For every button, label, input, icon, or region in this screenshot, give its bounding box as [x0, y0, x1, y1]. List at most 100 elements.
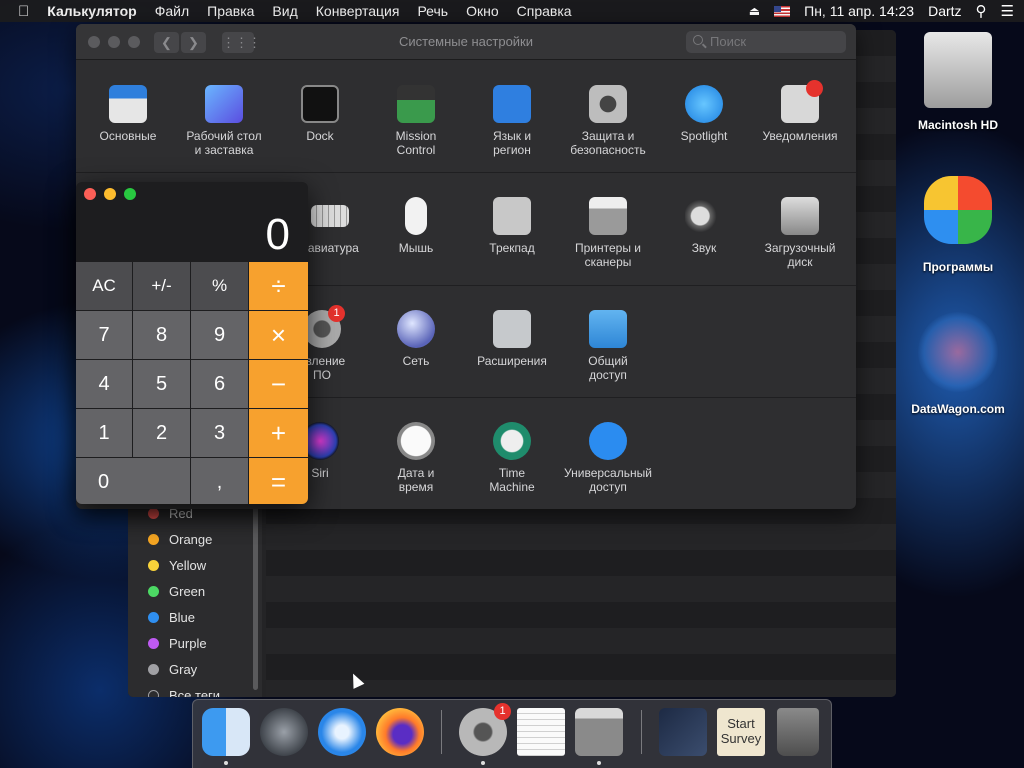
calc-zoom-button[interactable]: [124, 188, 136, 200]
start-survey-icon[interactable]: Start Survey: [717, 708, 765, 756]
stocks-icon[interactable]: [659, 708, 707, 756]
pane-printers[interactable]: Принтеры и сканеры: [560, 197, 656, 269]
menu-datetime[interactable]: Пн, 11 апр. 14:23: [804, 3, 914, 19]
pane-dock[interactable]: Dock: [272, 85, 368, 143]
sound-icon: [685, 197, 723, 235]
sysprefs-titlebar[interactable]: ❮ ❯ ⋮⋮⋮ Системные настройки Поиск: [76, 24, 856, 60]
pane-notifications[interactable]: Уведомления: [752, 80, 848, 143]
tag-label: Purple: [169, 635, 207, 651]
pane-label: Уведомления: [762, 129, 838, 143]
desktop-icon-label: Программы: [922, 260, 994, 274]
key-subtract[interactable]: −: [249, 360, 308, 408]
tag-green[interactable]: Green: [148, 578, 231, 604]
input-source-flag-icon[interactable]: [774, 5, 791, 17]
textedit-icon[interactable]: [517, 708, 565, 756]
key-0[interactable]: 0: [76, 458, 190, 504]
tag-yellow[interactable]: Yellow: [148, 552, 231, 578]
key-decimal[interactable]: ,: [191, 458, 248, 504]
key-equals[interactable]: =: [249, 458, 308, 504]
spotlight-search-icon[interactable]: ⚲: [976, 2, 987, 20]
desktop-icon-datawagon[interactable]: DataWagon.com: [903, 312, 1013, 416]
pane-date-time[interactable]: Дата и время: [368, 422, 464, 494]
key-9[interactable]: 9: [191, 311, 248, 359]
pane-spotlight[interactable]: Spotlight: [656, 85, 752, 143]
tag-gray[interactable]: Gray: [148, 656, 231, 682]
notification-center-icon[interactable]: ☰: [1001, 2, 1014, 20]
spotlight-icon: [685, 85, 723, 123]
menu-speech[interactable]: Речь: [408, 3, 457, 19]
pane-sound[interactable]: Звук: [656, 197, 752, 255]
key-4[interactable]: 4: [76, 360, 132, 408]
key-3[interactable]: 3: [191, 409, 248, 457]
pane-startup-disk[interactable]: Загрузочный диск: [752, 197, 848, 269]
pane-trackpad[interactable]: Трекпад: [464, 197, 560, 255]
pane-accessibility[interactable]: Универсальный доступ: [560, 422, 656, 494]
system-preferences-icon[interactable]: 1: [459, 703, 511, 756]
finder-icon[interactable]: [202, 708, 250, 756]
pane-label: Принтеры и сканеры: [575, 241, 641, 269]
search-placeholder: Поиск: [710, 34, 747, 49]
pane-extensions[interactable]: Расширения: [464, 310, 560, 368]
pane-general[interactable]: Основные: [80, 85, 176, 143]
key-divide[interactable]: ÷: [249, 262, 308, 310]
menu-user[interactable]: Dartz: [928, 3, 961, 19]
tag-blue[interactable]: Blue: [148, 604, 231, 630]
calc-minimize-button[interactable]: [104, 188, 116, 200]
menu-file[interactable]: Файл: [146, 3, 198, 19]
time-machine-icon: [493, 422, 531, 460]
software-update-icon: 1: [303, 305, 345, 348]
key-8[interactable]: 8: [133, 311, 190, 359]
menu-edit[interactable]: Правка: [198, 3, 263, 19]
programs-icon: [924, 176, 992, 244]
key-5[interactable]: 5: [133, 360, 190, 408]
key-multiply[interactable]: ×: [249, 311, 308, 359]
tag-orange[interactable]: Orange: [148, 526, 231, 552]
launchpad-icon[interactable]: [260, 708, 308, 756]
menu-view[interactable]: Вид: [263, 3, 306, 19]
desktop-icon-programs[interactable]: Программы: [903, 176, 1013, 274]
pane-time-machine[interactable]: Time Machine: [464, 422, 560, 494]
menu-convert[interactable]: Конвертация: [307, 3, 409, 19]
trash-icon[interactable]: [777, 708, 819, 756]
desktop-icon-label: DataWagon.com: [911, 402, 1005, 416]
key-add[interactable]: +: [249, 409, 308, 457]
tag-label: Gray: [169, 661, 198, 677]
pane-mission-control[interactable]: Mission Control: [368, 85, 464, 157]
pane-mouse[interactable]: Мышь: [368, 197, 464, 255]
pane-sharing[interactable]: Общий доступ: [560, 310, 656, 382]
calc-close-button[interactable]: [84, 188, 96, 200]
sidebar-scrollbar[interactable]: [253, 500, 258, 690]
firefox-icon[interactable]: [376, 708, 424, 756]
safari-icon[interactable]: [318, 708, 366, 756]
menu-app-name[interactable]: Калькулятор: [38, 3, 145, 19]
key-7[interactable]: 7: [76, 311, 132, 359]
key-sign[interactable]: +/-: [133, 262, 190, 310]
extensions-icon: [493, 310, 531, 348]
datawagon-icon: [918, 312, 998, 392]
pane-language-region[interactable]: Язык и регион: [464, 85, 560, 157]
key-1[interactable]: 1: [76, 409, 132, 457]
printers-icon: [589, 197, 627, 235]
update-badge-icon: 1: [328, 305, 345, 322]
key-percent[interactable]: %: [191, 262, 248, 310]
pane-label: Mission Control: [395, 129, 437, 157]
eject-icon[interactable]: ⏏: [749, 4, 760, 18]
running-indicator: [597, 761, 601, 765]
desktop-icon-macintosh-hd[interactable]: Macintosh HD: [903, 32, 1013, 132]
key-ac[interactable]: AC: [76, 262, 132, 310]
key-2[interactable]: 2: [133, 409, 190, 457]
calculator-icon[interactable]: [575, 708, 623, 756]
tag-label: Green: [169, 583, 206, 599]
pane-network[interactable]: Сеть: [368, 310, 464, 368]
search-input[interactable]: Поиск: [686, 31, 846, 53]
pane-desktop[interactable]: Рабочий стол и заставка: [176, 85, 272, 157]
pane-label: Трекпад: [489, 241, 535, 255]
menu-help[interactable]: Справка: [508, 3, 581, 19]
tag-purple[interactable]: Purple: [148, 630, 231, 656]
pane-label: Универсальный доступ: [564, 466, 652, 494]
menu-window[interactable]: Окно: [457, 3, 508, 19]
key-6[interactable]: 6: [191, 360, 248, 408]
pane-security[interactable]: Защита и безопасность: [560, 85, 656, 157]
tag-all[interactable]: Все теги...: [148, 682, 231, 697]
apple-menu-icon[interactable]: : [0, 3, 38, 20]
